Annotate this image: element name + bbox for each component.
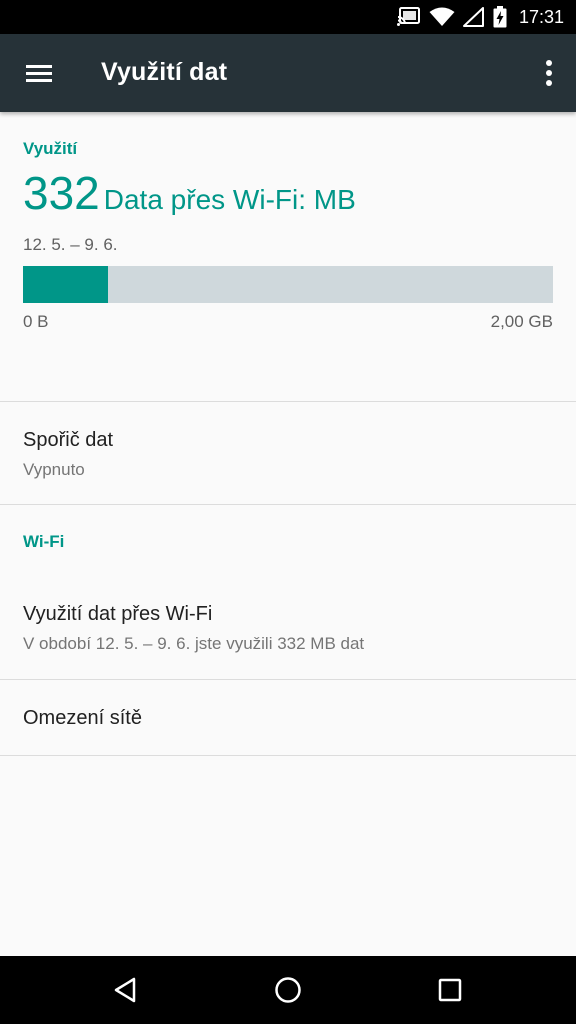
- back-icon[interactable]: [109, 973, 143, 1007]
- usage-bar-min-label: 0 B: [23, 312, 49, 331]
- network-restrictions-item[interactable]: Omezení sítě: [0, 680, 576, 755]
- usage-summary: 332 Data přes Wi-Fi: MB: [23, 166, 356, 220]
- more-vert-icon[interactable]: [540, 56, 558, 90]
- menu-icon[interactable]: [22, 59, 56, 87]
- divider: [0, 755, 576, 756]
- usage-section-header: Využití: [23, 139, 78, 158]
- data-saver-item[interactable]: Spořič dat Vypnuto: [0, 402, 576, 504]
- usage-bar: [23, 266, 553, 303]
- signal-empty-icon: [462, 7, 484, 27]
- battery-charging-icon: [493, 6, 507, 28]
- wifi-data-usage-item[interactable]: Využití dat přes Wi-Fi V období 12. 5. –…: [0, 580, 576, 678]
- page-title: Využití dat: [101, 58, 228, 86]
- status-icons: 17:31: [396, 0, 564, 34]
- status-time: 17:31: [518, 6, 564, 27]
- usage-bar-fill: [23, 266, 108, 303]
- data-saver-summary: Vypnuto: [23, 460, 85, 479]
- app-bar: Využití dat: [0, 34, 576, 112]
- wifi-data-usage-summary: V období 12. 5. – 9. 6. jste využili 332…: [23, 634, 365, 653]
- navigation-bar: [0, 956, 576, 1024]
- status-bar: 17:31: [0, 0, 576, 34]
- wifi-section-header: Wi-Fi: [23, 532, 65, 551]
- home-icon[interactable]: [271, 973, 305, 1007]
- wifi-data-usage-title: Využití dat přes Wi-Fi: [23, 603, 213, 625]
- usage-amount: 332: [23, 167, 100, 219]
- network-restrictions-title: Omezení sítě: [23, 707, 142, 729]
- wifi-icon: [429, 7, 455, 26]
- cast-icon: [396, 7, 420, 26]
- usage-period: 12. 5. – 9. 6.: [23, 235, 118, 254]
- usage-amount-label: Data přes Wi-Fi: MB: [103, 184, 356, 215]
- data-saver-title: Spořič dat: [23, 429, 114, 451]
- recents-icon[interactable]: [433, 973, 467, 1007]
- usage-bar-max-label: 2,00 GB: [490, 312, 553, 331]
- divider: [0, 504, 576, 505]
